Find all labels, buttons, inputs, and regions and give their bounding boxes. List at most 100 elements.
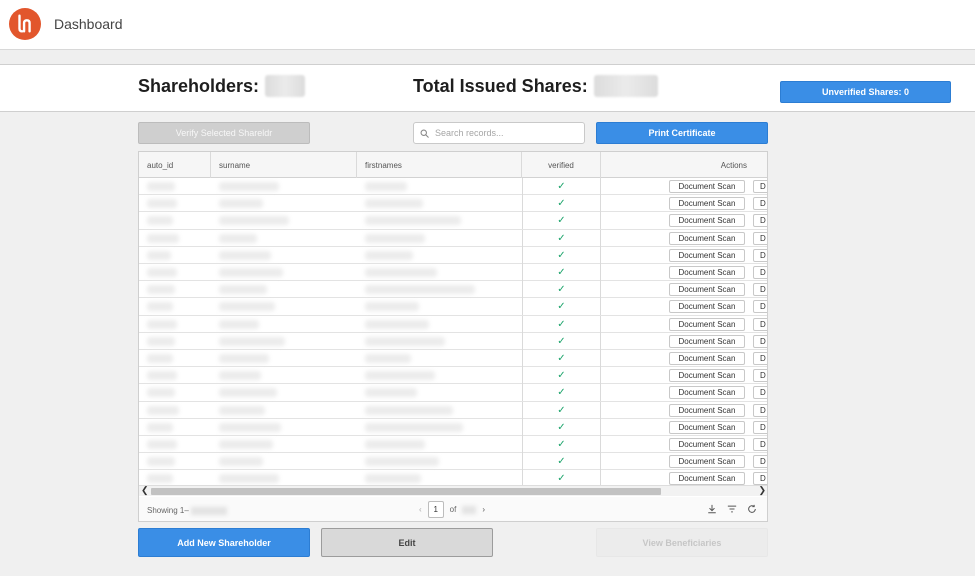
document-scan-button[interactable]: Document Scan [669, 317, 745, 331]
document-scan-button[interactable]: Document Scan [669, 438, 745, 451]
column-header-surname[interactable]: surname [211, 152, 357, 178]
secondary-action-button[interactable]: D [753, 300, 767, 314]
verified-check-icon: ✓ [522, 436, 601, 453]
total-issued-label: Total Issued Shares: [413, 75, 588, 96]
scroll-right-icon[interactable]: ❯ [758, 485, 766, 496]
firstnames-cell-redacted [365, 405, 453, 415]
document-scan-button[interactable]: Document Scan [669, 248, 745, 262]
secondary-action-button[interactable]: D [753, 352, 767, 365]
secondary-action-button[interactable]: D [753, 180, 767, 193]
firstnames-cell-redacted [365, 182, 407, 191]
verified-check-icon: ✓ [522, 315, 601, 333]
secondary-action-button[interactable]: D [753, 231, 767, 245]
auto-id-cell-redacted [147, 250, 171, 260]
table-row[interactable]: ✓ Document Scan D [139, 453, 767, 471]
document-scan-button[interactable]: Document Scan [669, 386, 745, 400]
document-scan-button[interactable]: Document Scan [669, 369, 745, 383]
document-scan-button[interactable]: Document Scan [669, 334, 745, 348]
table-row[interactable]: ✓ Document Scan D [139, 350, 767, 368]
secondary-action-button[interactable]: D [753, 420, 767, 434]
column-header-actions[interactable]: Actions [601, 152, 767, 178]
document-scan-button[interactable]: Document Scan [669, 472, 745, 486]
next-page-icon[interactable]: › [482, 505, 485, 514]
secondary-action-button[interactable]: D [753, 248, 767, 262]
document-scan-button[interactable]: Document Scan [669, 266, 745, 279]
table-row[interactable]: ✓ Document Scan D [139, 418, 767, 436]
print-certificate-button[interactable]: Print Certificate [596, 122, 768, 144]
table-row[interactable]: ✓ Document Scan D [139, 367, 767, 385]
add-new-shareholder-button[interactable]: Add New Shareholder [138, 528, 310, 557]
auto-id-cell-redacted [147, 268, 177, 277]
document-scan-button[interactable]: Document Scan [669, 455, 745, 469]
secondary-action-button[interactable]: D [753, 438, 767, 451]
table-row[interactable]: ✓ Document Scan D [139, 436, 767, 454]
download-icon[interactable] [707, 504, 717, 514]
table-row[interactable]: ✓ Document Scan D [139, 384, 767, 402]
table-row[interactable]: ✓ Document Scan D [139, 401, 767, 419]
page-number-input[interactable]: 1 [427, 501, 444, 518]
table-row[interactable]: ✓ Document Scan D [139, 178, 767, 196]
table-row[interactable]: ✓ Document Scan D [139, 315, 767, 333]
secondary-action-button[interactable]: D [753, 455, 767, 469]
auto-id-cell-redacted [147, 216, 173, 226]
table-row[interactable]: ✓ Document Scan D [139, 229, 767, 247]
auto-id-cell-redacted [147, 440, 177, 449]
search-input[interactable] [435, 128, 575, 138]
secondary-action-button[interactable]: D [753, 317, 767, 331]
column-header-auto-id[interactable]: auto_id [139, 152, 211, 178]
verified-check-icon: ✓ [522, 212, 601, 230]
summary-header: Shareholders: Total Issued Shares: Unver… [0, 65, 975, 112]
prev-page-icon[interactable]: ‹ [419, 505, 422, 514]
secondary-action-button[interactable]: D [753, 472, 767, 486]
document-scan-button[interactable]: Document Scan [669, 283, 745, 297]
table-row[interactable]: ✓ Document Scan D [139, 195, 767, 213]
shareholders-stat: Shareholders: [138, 75, 306, 97]
refresh-icon[interactable] [747, 504, 757, 514]
verified-check-icon: ✓ [522, 384, 601, 402]
column-header-verified[interactable]: verified [522, 152, 601, 178]
showing-count-redacted [190, 506, 227, 515]
auto-id-cell-redacted [147, 199, 177, 209]
surname-cell-redacted [219, 285, 267, 295]
shareholders-grid: auto_id surname firstnames verified Acti… [138, 151, 768, 522]
document-scan-button[interactable]: Document Scan [669, 420, 745, 434]
verify-selected-button[interactable]: Verify Selected Shareldr [138, 122, 310, 144]
verified-check-icon: ✓ [522, 246, 601, 264]
surname-cell-redacted [219, 182, 279, 191]
table-row[interactable]: ✓ Document Scan D [139, 332, 767, 350]
filter-icon[interactable] [727, 504, 737, 514]
secondary-action-button[interactable]: D [753, 386, 767, 400]
secondary-action-button[interactable]: D [753, 369, 767, 383]
edit-button[interactable]: Edit [321, 528, 493, 557]
secondary-action-button[interactable]: D [753, 214, 767, 228]
document-scan-button[interactable]: Document Scan [669, 300, 745, 314]
lh-logo-icon[interactable] [9, 8, 41, 40]
document-scan-button[interactable]: Document Scan [669, 403, 745, 417]
shareholders-label: Shareholders: [138, 75, 260, 96]
column-header-firstnames[interactable]: firstnames [357, 152, 522, 178]
document-scan-button[interactable]: Document Scan [669, 180, 745, 193]
document-scan-button[interactable]: Document Scan [669, 197, 745, 211]
row-actions: Document Scan D [601, 298, 767, 315]
table-row[interactable]: ✓ Document Scan D [139, 264, 767, 282]
document-scan-button[interactable]: Document Scan [669, 352, 745, 365]
secondary-action-button[interactable]: D [753, 266, 767, 279]
secondary-action-button[interactable]: D [753, 403, 767, 417]
scroll-left-icon[interactable]: ❮ [141, 485, 149, 496]
table-row[interactable]: ✓ Document Scan D [139, 212, 767, 230]
scrollbar-thumb[interactable] [151, 488, 661, 495]
auto-id-cell-redacted [147, 233, 179, 243]
table-row[interactable]: ✓ Document Scan D [139, 298, 767, 316]
search-box[interactable] [413, 122, 585, 144]
secondary-action-button[interactable]: D [753, 197, 767, 211]
table-row[interactable]: ✓ Document Scan D [139, 281, 767, 299]
secondary-action-button[interactable]: D [753, 334, 767, 348]
unverified-shares-button[interactable]: Unverified Shares: 0 [780, 81, 951, 103]
document-scan-button[interactable]: Document Scan [669, 214, 745, 228]
firstnames-cell-redacted [365, 422, 463, 432]
view-beneficiaries-button[interactable]: View Beneficiaries [596, 528, 768, 557]
horizontal-scrollbar[interactable]: ❮ ❯ [139, 485, 767, 496]
secondary-action-button[interactable]: D [753, 283, 767, 297]
table-row[interactable]: ✓ Document Scan D [139, 246, 767, 264]
document-scan-button[interactable]: Document Scan [669, 231, 745, 245]
